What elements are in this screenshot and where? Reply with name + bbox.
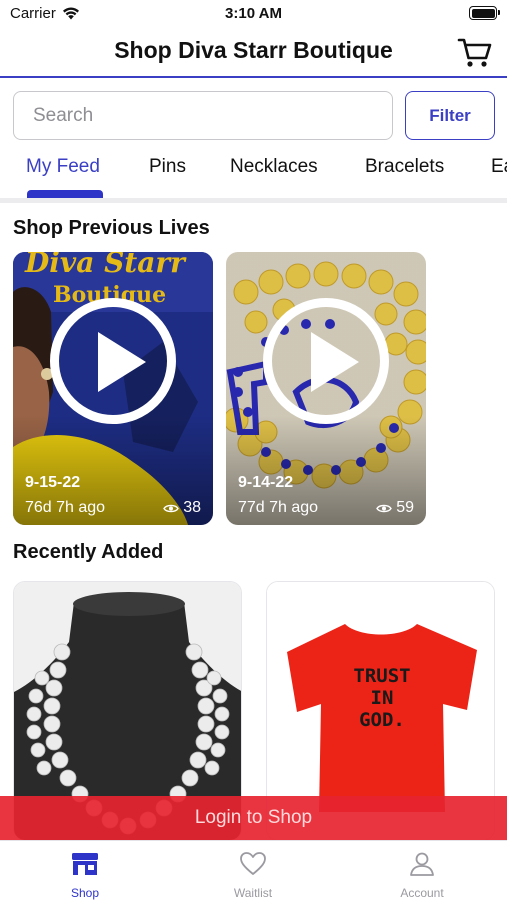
- tab-necklaces[interactable]: Necklaces: [230, 156, 318, 178]
- live-date: 9-14-22: [238, 474, 294, 491]
- views-count: 59: [396, 499, 414, 516]
- views-count: 38: [183, 499, 201, 516]
- nav-shop-label: Shop: [70, 886, 100, 900]
- section-title-recently-added: Recently Added: [13, 541, 164, 563]
- heart-icon: [240, 852, 266, 875]
- divider: [0, 198, 507, 203]
- nav-waitlist-label: Waitlist: [233, 886, 273, 900]
- play-icon: [98, 332, 146, 392]
- nav-account-label: Account: [400, 886, 444, 900]
- eye-icon: [163, 504, 180, 512]
- live-video-card[interactable]: 9-14-22 77d 7h ago 59: [226, 252, 426, 525]
- live-views: 59: [376, 499, 414, 517]
- status-time: 3:10 AM: [225, 5, 282, 22]
- store-icon: [72, 853, 98, 875]
- person-icon: [410, 852, 434, 876]
- login-to-shop-button[interactable]: Login to Shop: [0, 796, 507, 840]
- section-title-previous-lives: Shop Previous Lives: [13, 217, 210, 239]
- cart-icon: [457, 38, 492, 67]
- live-time-ago: 76d 7h ago: [25, 499, 106, 516]
- nav-waitlist[interactable]: Waitlist: [203, 851, 303, 900]
- live-time-ago: 77d 7h ago: [238, 499, 319, 516]
- live-views: 38: [163, 499, 201, 517]
- nav-shop[interactable]: Shop: [35, 851, 135, 900]
- cart-button[interactable]: [457, 34, 493, 70]
- tab-my-feed[interactable]: My Feed: [26, 156, 100, 178]
- status-bar: Carrier 3:10 AM: [0, 0, 507, 28]
- category-tabs: My Feed Pins Necklaces Bracelets Ea: [0, 150, 507, 198]
- live-video-card[interactable]: Diva Starr Boutique 9-15-22 76d 7h ago 3…: [13, 252, 213, 525]
- tab-pins[interactable]: Pins: [149, 156, 186, 178]
- play-icon: [311, 332, 359, 392]
- tab-earrings[interactable]: Ea: [491, 156, 507, 178]
- tab-bracelets[interactable]: Bracelets: [365, 156, 444, 178]
- page-title: Shop Diva Starr Boutique: [114, 37, 393, 63]
- search-input[interactable]: [13, 91, 393, 140]
- shirt-text-line2: IN: [371, 687, 394, 709]
- battery-icon: [469, 6, 500, 20]
- shirt-text-line3: GOD.: [359, 709, 405, 731]
- nav-account[interactable]: Account: [372, 851, 472, 900]
- bottom-nav: Shop Waitlist Account: [0, 840, 507, 900]
- shirt-text-line1: TRUST: [353, 665, 410, 687]
- tab-indicator: [27, 190, 103, 198]
- live-date: 9-15-22: [25, 474, 81, 491]
- eye-icon: [376, 504, 393, 512]
- filter-button[interactable]: Filter: [405, 91, 495, 140]
- app-header: Shop Diva Starr Boutique: [0, 28, 507, 78]
